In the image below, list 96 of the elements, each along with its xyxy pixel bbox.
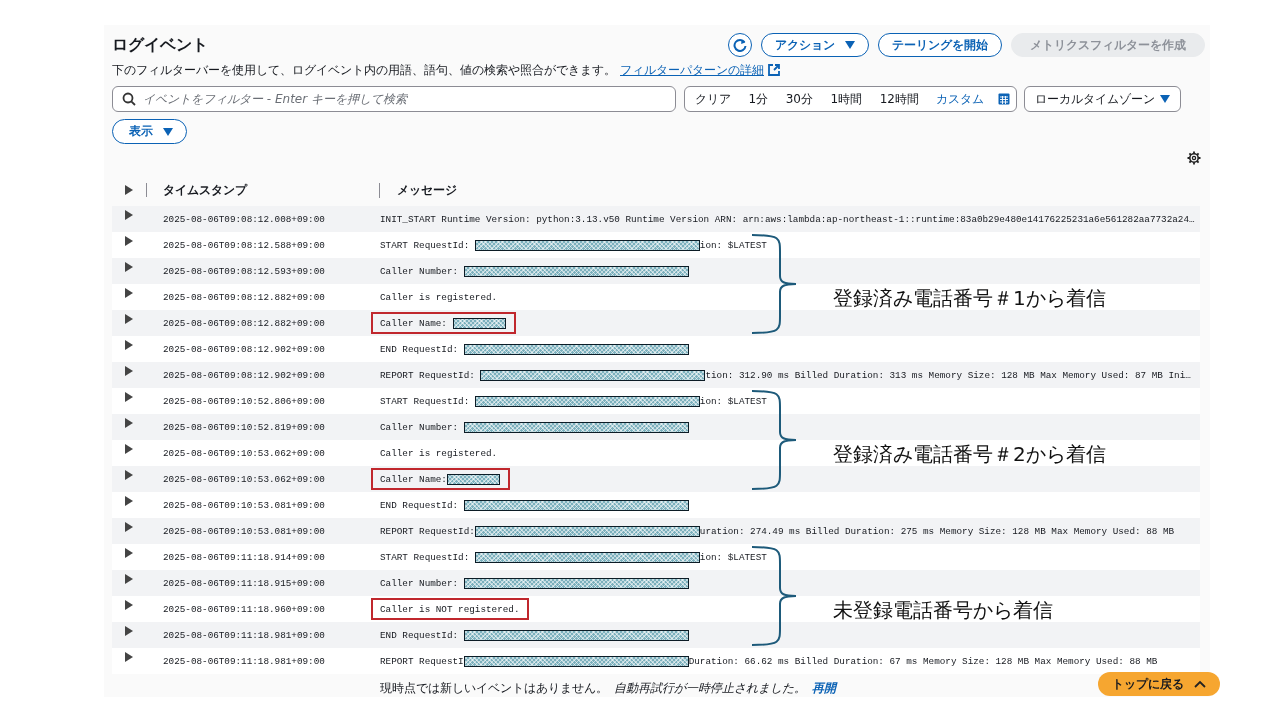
message-text: ion: $LATEST: [699, 551, 767, 563]
annotation-text: 登録済み電話番号＃1から着信: [833, 285, 1106, 312]
message-text: Caller is registered.: [380, 291, 498, 303]
description-text: 下のフィルターバーを使用して、ログイベント内の用語、語句、値の検索や照合ができます。: [112, 61, 616, 79]
caret-icon: [1160, 95, 1170, 103]
resume-link[interactable]: 再開: [812, 680, 836, 697]
expand-icon[interactable]: [125, 210, 133, 220]
timestamp-text: 2025-08-06T09:08:12.882+09:00: [163, 317, 326, 329]
expand-icon[interactable]: [125, 548, 133, 558]
expand-icon[interactable]: [125, 366, 133, 376]
refresh-button[interactable]: [728, 33, 752, 57]
settings-icon[interactable]: [1187, 151, 1201, 165]
message-text: INIT_START Runtime Version: python:3.13.v50 Runtime Version ARN: arn:aws:lambda:ap-northeast-1::runtime:83a0b29e480e14176225231a6e561282aa7732a24…: [380, 213, 1195, 225]
expand-icon[interactable]: [125, 496, 133, 506]
redaction-bar: [446, 473, 500, 485]
expand-icon[interactable]: [125, 288, 133, 298]
chevron-up-icon: [1194, 680, 1206, 688]
message-text: REPORT RequestId:: [380, 369, 476, 381]
message-text: Caller Name:: [380, 317, 448, 329]
annotation-text: 登録済み電話番号＃2から着信: [833, 441, 1106, 468]
timestamp-text: 2025-08-06T09:11:18.915+09:00: [163, 577, 326, 589]
message-text: Caller Number:: [380, 265, 460, 277]
tail-button[interactable]: テーリングを開始: [878, 33, 1002, 57]
timestamp-text: 2025-08-06T09:08:12.593+09:00: [163, 265, 326, 277]
docs-link[interactable]: フィルターパターンの詳細: [620, 61, 764, 79]
expand-icon[interactable]: [125, 574, 133, 584]
timestamp-text: 2025-08-06T09:10:53.062+09:00: [163, 473, 326, 485]
expand-icon[interactable]: [125, 444, 133, 454]
timestamp-text: 2025-08-06T09:08:12.902+09:00: [163, 369, 326, 381]
message-text: START RequestId:: [380, 551, 471, 563]
message-text: Caller is registered.: [380, 447, 498, 459]
message-text: Duration: 66.62 ms Billed Duration: 67 ms Memory Size: 128 MB Max Memory Used: 88 MB: [688, 655, 1158, 667]
time-range-option[interactable]: 12時間: [875, 90, 923, 108]
timezone-dropdown[interactable]: ローカルタイムゾーン: [1024, 86, 1181, 112]
timestamp-text: 2025-08-06T09:11:18.960+09:00: [163, 603, 326, 615]
expand-icon[interactable]: [125, 236, 133, 246]
paused-text: 自動再試行が一時停止されました。: [614, 680, 806, 697]
message-text: ion: $LATEST: [699, 395, 767, 407]
message-text: END RequestId:: [380, 629, 460, 641]
timestamp-text: 2025-08-06T09:11:18.981+09:00: [163, 629, 326, 641]
time-range-option[interactable]: 1分: [744, 90, 773, 108]
timestamp-text: 2025-08-06T09:10:53.081+09:00: [163, 525, 326, 537]
external-link-icon: [768, 64, 780, 76]
calendar-icon[interactable]: [997, 93, 1010, 105]
message-text: START RequestId:: [380, 395, 471, 407]
expand-icon[interactable]: [125, 314, 133, 324]
message-text: START RequestId:: [380, 239, 471, 251]
timestamp-text: 2025-08-06T09:08:12.588+09:00: [163, 239, 326, 251]
annotation-text: 未登録電話番号から着信: [833, 597, 1053, 624]
timestamp-text: 2025-08-06T09:08:12.008+09:00: [163, 213, 326, 225]
column-header[interactable]: メッセージ: [380, 182, 1200, 198]
message-text: END RequestId:: [380, 499, 460, 511]
search-icon: [122, 92, 136, 106]
expand-icon[interactable]: [125, 600, 133, 610]
time-range-option[interactable]: 1時間: [826, 90, 867, 108]
expand-icon[interactable]: [125, 392, 133, 402]
expand-icon[interactable]: [125, 262, 133, 272]
status-text: 現時点では新しいイベントはありません。: [380, 680, 608, 697]
message-text: uration: 274.49 ms Billed Duration: 275 ms Memory Size: 128 MB Max Memory Used: 88 MB: [699, 525, 1175, 537]
timestamp-text: 2025-08-06T09:11:18.914+09:00: [163, 551, 326, 563]
search-field[interactable]: イベントをフィルター - Enter キーを押して検索: [112, 86, 676, 112]
timestamp-text: 2025-08-06T09:10:53.081+09:00: [163, 499, 326, 511]
expand-icon[interactable]: [125, 626, 133, 636]
expand-icon[interactable]: [125, 418, 133, 428]
actions-button[interactable]: アクション: [761, 33, 869, 57]
expand-icon[interactable]: [125, 522, 133, 532]
message-text: Caller Name:: [380, 473, 447, 485]
column-header[interactable]: タイムスタンプ: [163, 182, 380, 198]
expand-icon[interactable]: [125, 652, 133, 662]
timestamp-text: 2025-08-06T09:11:18.981+09:00: [163, 655, 326, 667]
timestamp-text: 2025-08-06T09:10:52.819+09:00: [163, 421, 326, 433]
timestamp-text: 2025-08-06T09:10:53.062+09:00: [163, 447, 326, 459]
message-text: tion: 312.90 ms Billed Duration: 313 ms Memory Size: 128 MB Max Memory Used: 87 MB Ini…: [705, 369, 1191, 381]
refresh-icon: [733, 38, 747, 52]
message-text: REPORT RequestId:: [380, 525, 475, 537]
page-title: ログイベント: [112, 34, 208, 56]
expand-icon[interactable]: [125, 185, 133, 195]
message-text: Caller Number:: [380, 577, 460, 589]
caret-icon: [163, 127, 173, 136]
timestamp-text: 2025-08-06T09:08:12.902+09:00: [163, 343, 326, 355]
caret-icon: [845, 41, 855, 49]
time-range-option[interactable]: カスタム: [932, 90, 989, 108]
message-text: Caller Number:: [380, 421, 460, 433]
timestamp-text: 2025-08-06T09:08:12.882+09:00: [163, 291, 326, 303]
expand-icon[interactable]: [125, 340, 133, 350]
message-text: Caller is NOT registered.: [380, 603, 520, 615]
back-to-top-button[interactable]: トップに戻る: [1098, 672, 1220, 696]
time-range-option[interactable]: クリア: [691, 90, 735, 108]
time-range-option[interactable]: 30分: [781, 90, 817, 108]
timestamp-text: 2025-08-06T09:10:52.806+09:00: [163, 395, 326, 407]
expand-icon[interactable]: [125, 470, 133, 480]
message-text: ion: $LATEST: [699, 239, 767, 251]
message-text: END RequestId:: [380, 343, 460, 355]
display-button[interactable]: 表示: [112, 119, 187, 144]
redaction-bar: [452, 317, 506, 329]
message-text: REPORT RequestI: [380, 655, 464, 667]
